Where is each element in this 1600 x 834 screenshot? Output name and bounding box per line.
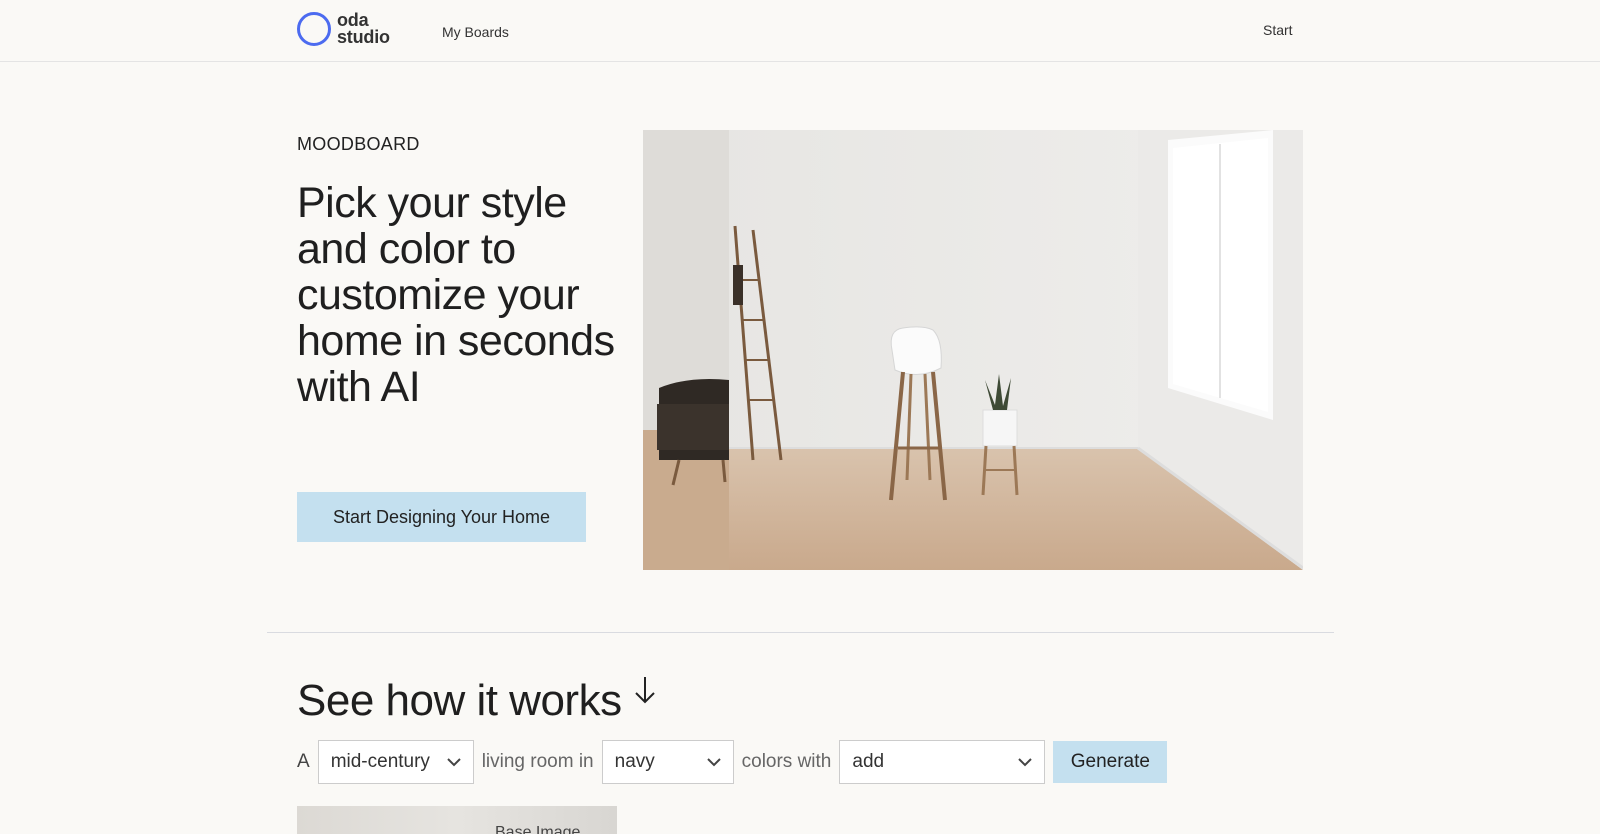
logo-text: oda studio bbox=[337, 11, 390, 47]
chevron-down-icon bbox=[706, 758, 721, 767]
prompt-word-colors: colors with bbox=[741, 751, 832, 772]
hero-room-image bbox=[643, 130, 1303, 570]
generate-button[interactable]: Generate bbox=[1053, 741, 1168, 783]
style-select-value: mid-century bbox=[330, 751, 430, 772]
add-select-value: add bbox=[852, 751, 885, 772]
chevron-down-icon bbox=[446, 758, 461, 767]
oda-studio-logo[interactable]: oda studio bbox=[297, 11, 390, 47]
prompt-word-a: A bbox=[297, 751, 310, 772]
base-image-label: Base Image bbox=[495, 824, 581, 834]
top-nav-bar: oda studio My Boards Start bbox=[0, 0, 1600, 62]
color-select[interactable]: navy bbox=[601, 740, 734, 784]
how-it-works-title: See how it works bbox=[297, 676, 658, 726]
logo-ring-icon bbox=[297, 12, 331, 46]
add-select[interactable]: add bbox=[839, 740, 1046, 784]
hero-headline: Pick your style and color to customize y… bbox=[297, 179, 615, 411]
how-it-works-label: See how it works bbox=[297, 676, 622, 725]
arrow-down-icon bbox=[634, 677, 655, 704]
hero-eyebrow: MOODBOARD bbox=[297, 134, 420, 154]
start-designing-button[interactable]: Start Designing Your Home bbox=[297, 492, 586, 542]
section-divider bbox=[267, 632, 1334, 633]
nav-start-link[interactable]: Start bbox=[1263, 22, 1293, 38]
room-illustration bbox=[643, 130, 1303, 570]
chevron-down-icon bbox=[1018, 758, 1033, 767]
nav-my-boards-link[interactable]: My Boards bbox=[442, 24, 509, 40]
style-select[interactable]: mid-century bbox=[317, 740, 474, 784]
logo-line-2: studio bbox=[337, 27, 390, 47]
base-image-preview: Base Image bbox=[297, 806, 617, 834]
prompt-word-room: living room in bbox=[481, 751, 594, 772]
color-select-value: navy bbox=[614, 751, 655, 772]
prompt-builder-row: A mid-century living room in navy colors… bbox=[297, 740, 1168, 784]
